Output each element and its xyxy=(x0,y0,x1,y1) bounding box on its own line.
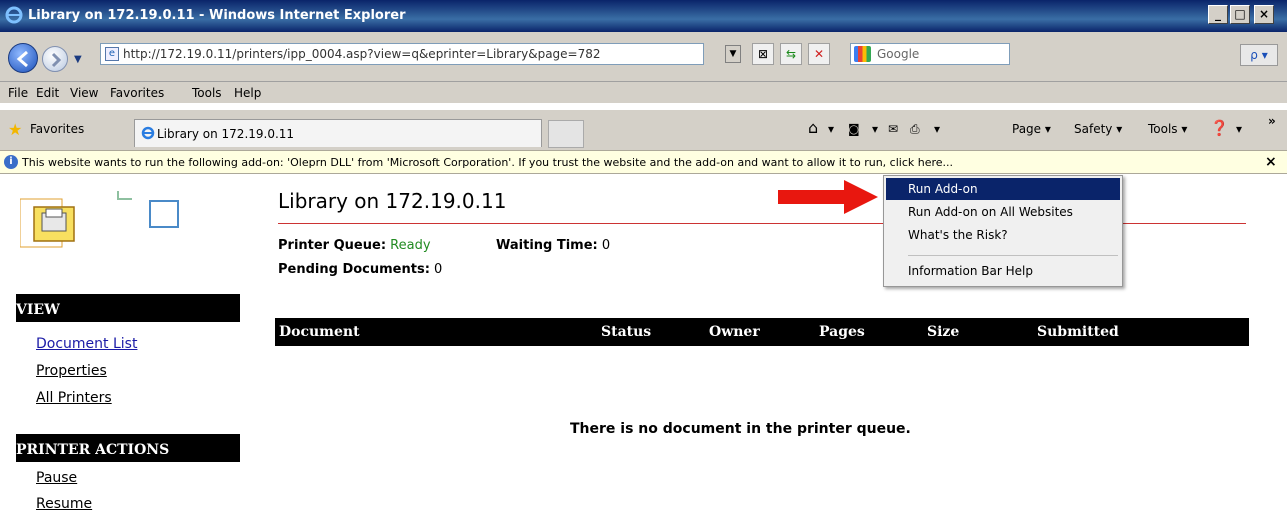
menu-item-run-add-on[interactable]: Run Add-on xyxy=(886,178,1120,200)
help-dropdown-icon[interactable]: ▾ xyxy=(1236,122,1242,136)
information-bar-message[interactable]: This website wants to run the following … xyxy=(22,156,953,169)
menu-help[interactable]: Help xyxy=(234,86,261,100)
add-on-context-menu: Run Add-on Run Add-on on All Websites Wh… xyxy=(883,175,1123,287)
search-box[interactable]: Google xyxy=(850,43,1010,65)
overflow-chevron-icon[interactable]: » xyxy=(1268,114,1276,128)
maximize-button[interactable]: □ xyxy=(1230,5,1250,24)
information-bar[interactable]: i This website wants to run the followin… xyxy=(0,150,1287,174)
menu-separator xyxy=(908,255,1118,256)
safety-menu[interactable]: Safety ▾ xyxy=(1074,122,1122,136)
resume-link[interactable]: Resume xyxy=(36,496,92,512)
pending-documents-label: Pending Documents: xyxy=(278,262,430,277)
empty-queue-message: There is no document in the printer queu… xyxy=(570,421,911,437)
view-section-heading: VIEW xyxy=(16,294,240,322)
menu-view[interactable]: View xyxy=(70,86,98,100)
favorites-button[interactable]: Favorites xyxy=(30,122,84,136)
red-arrow-icon xyxy=(778,180,878,214)
ie-tab-icon xyxy=(141,126,155,140)
ie-logo-icon xyxy=(5,6,23,24)
close-button[interactable]: × xyxy=(1254,5,1274,24)
window-title-bar: Library on 172.19.0.11 - Windows Interne… xyxy=(0,0,1287,32)
new-tab-button[interactable] xyxy=(548,120,584,148)
column-document[interactable]: Document xyxy=(279,324,360,340)
menu-item-whats-the-risk[interactable]: What's the Risk? xyxy=(886,224,1120,246)
column-size[interactable]: Size xyxy=(927,324,959,340)
tools-menu[interactable]: Tools ▾ xyxy=(1148,122,1187,136)
printer-logo-icon xyxy=(20,191,179,248)
info-icon: i xyxy=(4,155,18,169)
feeds-dropdown-icon[interactable]: ▾ xyxy=(872,122,878,136)
column-status[interactable]: Status xyxy=(601,324,651,340)
mail-icon[interactable]: ✉ xyxy=(888,122,898,136)
information-bar-close-icon[interactable]: × xyxy=(1265,154,1277,170)
back-button[interactable] xyxy=(8,43,38,73)
favorites-bar: ★ Favorites Library on 172.19.0.11 ⌂ ▾ ◙… xyxy=(0,110,1287,150)
forward-button[interactable] xyxy=(42,46,68,72)
document-table-header: Document Status Owner Pages Size Submitt… xyxy=(275,318,1249,346)
print-dropdown-icon[interactable]: ▾ xyxy=(934,122,940,136)
back-arrow-icon xyxy=(16,50,28,68)
compatibility-icon[interactable]: ⊠ xyxy=(752,43,774,65)
google-icon xyxy=(854,46,871,62)
help-icon[interactable]: ❓ xyxy=(1210,119,1229,137)
feeds-icon[interactable]: ◙ xyxy=(848,122,860,136)
window-title: Library on 172.19.0.11 - Windows Interne… xyxy=(28,8,406,23)
history-dropdown-icon[interactable]: ▼ xyxy=(74,54,82,65)
menu-tools[interactable]: Tools xyxy=(192,86,222,100)
printer-queue-label: Printer Queue: xyxy=(278,238,387,253)
menu-file[interactable]: File xyxy=(8,86,28,100)
column-pages[interactable]: Pages xyxy=(819,324,865,340)
menu-item-run-add-on-all-websites[interactable]: Run Add-on on All Websites xyxy=(886,201,1120,223)
document-list-link[interactable]: Document List xyxy=(36,336,137,352)
column-owner[interactable]: Owner xyxy=(709,324,760,340)
properties-link[interactable]: Properties xyxy=(36,363,107,379)
address-dropdown-icon[interactable]: ▼ xyxy=(725,45,741,63)
search-button[interactable]: ρ ▾ xyxy=(1240,44,1278,66)
refresh-icon[interactable]: ⇆ xyxy=(780,43,802,65)
menu-favorites[interactable]: Favorites xyxy=(110,86,164,100)
printer-actions-heading: PRINTER ACTIONS xyxy=(16,434,240,462)
home-dropdown-icon[interactable]: ▾ xyxy=(828,122,834,136)
page-title: Library on 172.19.0.11 xyxy=(278,189,507,213)
tab-library[interactable]: Library on 172.19.0.11 xyxy=(134,119,542,147)
address-bar[interactable]: e http://172.19.0.11/printers/ipp_0004.a… xyxy=(100,43,704,65)
navigation-bar: ▼ e http://172.19.0.11/printers/ipp_0004… xyxy=(0,32,1287,82)
menu-item-information-bar-help[interactable]: Information Bar Help xyxy=(886,260,1120,282)
favorites-star-icon[interactable]: ★ xyxy=(8,120,22,139)
all-printers-link[interactable]: All Printers xyxy=(36,390,112,406)
pending-documents: Pending Documents: 0 xyxy=(278,262,442,277)
printer-queue-status: Printer Queue: Ready xyxy=(278,238,431,253)
waiting-time: Waiting Time: 0 xyxy=(496,238,610,253)
printer-queue-value: Ready xyxy=(390,238,431,253)
print-icon[interactable]: ⎙ xyxy=(910,122,920,137)
tab-title: Library on 172.19.0.11 xyxy=(157,127,295,141)
column-submitted[interactable]: Submitted xyxy=(1037,324,1119,340)
pause-link[interactable]: Pause xyxy=(36,470,77,486)
menu-edit[interactable]: Edit xyxy=(36,86,59,100)
search-placeholder: Google xyxy=(877,47,920,61)
waiting-time-label: Waiting Time: xyxy=(496,238,598,253)
stop-icon[interactable]: ✕ xyxy=(808,43,830,65)
pending-documents-value: 0 xyxy=(434,262,443,277)
waiting-time-value: 0 xyxy=(601,238,611,253)
menu-bar: File Edit View Favorites Tools Help xyxy=(0,82,1287,104)
forward-arrow-icon xyxy=(51,52,62,68)
minimize-button[interactable]: _ xyxy=(1208,5,1228,24)
home-icon[interactable]: ⌂ xyxy=(808,118,818,137)
page-icon: e xyxy=(105,47,119,61)
address-url: http://172.19.0.11/printers/ipp_0004.asp… xyxy=(123,47,601,61)
page-menu[interactable]: Page ▾ xyxy=(1012,122,1051,136)
